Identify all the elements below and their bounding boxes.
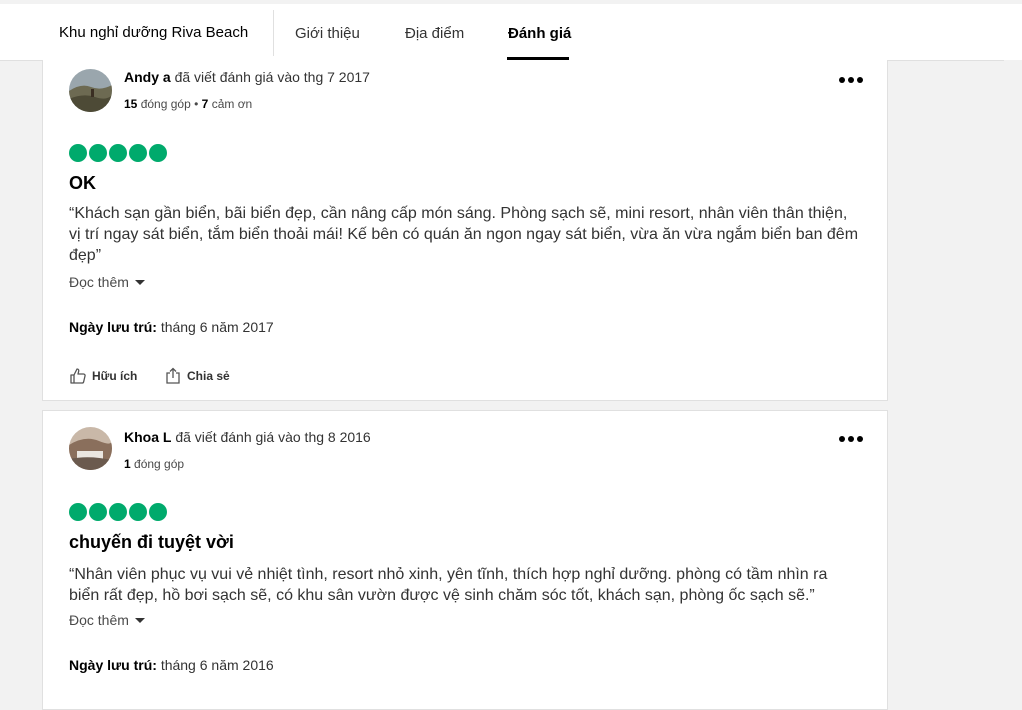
- stay-value: tháng 6 năm 2017: [160, 319, 274, 335]
- review-title[interactable]: chuyến đi tuyệt vời: [69, 532, 234, 553]
- caret-down-icon: [134, 617, 145, 623]
- caret-down-icon: [134, 279, 145, 285]
- review-date: đã viết đánh giá vào thg 8 2016: [175, 429, 371, 445]
- reviewer-info: Andy a đã viết đánh giá vào thg 7 2017: [124, 69, 370, 85]
- reviewer-stats: 15 đóng góp • 7 cảm ơn: [124, 97, 252, 111]
- contribution-count: 15: [124, 97, 138, 111]
- review-title[interactable]: OK: [69, 173, 96, 194]
- rating-bubbles: [69, 503, 167, 521]
- share-label: Chia sẻ: [187, 369, 230, 383]
- share-icon: [166, 367, 180, 384]
- contribution-label: đóng góp: [134, 457, 185, 471]
- rating-bubble: [109, 144, 127, 162]
- reviewer-avatar[interactable]: [69, 69, 112, 112]
- more-options-icon[interactable]: [839, 72, 863, 88]
- tab-location[interactable]: Địa điểm: [405, 25, 464, 42]
- stats-separator: •: [194, 97, 199, 111]
- share-button[interactable]: Chia sẻ: [164, 367, 230, 385]
- more-options-icon[interactable]: [839, 431, 863, 447]
- reviewer-name[interactable]: Khoa L: [124, 429, 171, 445]
- helpful-label: Hữu ích: [92, 369, 138, 383]
- reviewer-avatar[interactable]: [69, 427, 112, 470]
- review-card: Andy a đã viết đánh giá vào thg 7 2017 1…: [42, 60, 888, 401]
- hotel-name[interactable]: Khu nghỉ dưỡng Riva Beach: [59, 24, 248, 41]
- read-more-label: Đọc thêm: [69, 612, 129, 628]
- tab-reviews[interactable]: Đánh giá: [508, 25, 571, 42]
- rating-bubble: [69, 503, 87, 521]
- thanks-label: cảm ơn: [211, 97, 253, 111]
- reviewer-name[interactable]: Andy a: [124, 69, 171, 85]
- thanks-count: 7: [201, 97, 209, 111]
- rating-bubble: [129, 503, 147, 521]
- rating-bubble: [89, 144, 107, 162]
- review-card: Khoa L đã viết đánh giá vào thg 8 2016 1…: [42, 410, 888, 710]
- rating-bubbles: [69, 144, 167, 162]
- thumbs-up-icon: [70, 368, 86, 384]
- helpful-button[interactable]: Hữu ích: [69, 367, 137, 385]
- review-date: đã viết đánh giá vào thg 7 2017: [174, 69, 370, 85]
- reviewer-stats: 1 đóng góp: [124, 457, 184, 471]
- stay-label: Ngày lưu trú:: [69, 657, 157, 673]
- date-of-stay: Ngày lưu trú: tháng 6 năm 2017: [69, 319, 274, 335]
- rating-bubble: [89, 503, 107, 521]
- review-text: “Khách sạn gần biển, bãi biển đẹp, cần n…: [69, 205, 859, 264]
- reviewer-info: Khoa L đã viết đánh giá vào thg 8 2016: [124, 429, 371, 445]
- contribution-count: 1: [124, 457, 131, 471]
- contribution-label: đóng góp: [140, 97, 191, 111]
- rating-bubble: [129, 144, 147, 162]
- nav-divider: [273, 10, 274, 56]
- rating-bubble: [109, 503, 127, 521]
- top-nav-bar: Khu nghỉ dưỡng Riva Beach Giới thiệu Địa…: [0, 4, 1022, 61]
- read-more-button[interactable]: Đọc thêm: [69, 612, 145, 628]
- read-more-button[interactable]: Đọc thêm: [69, 274, 145, 290]
- review-text: “Nhân viên phục vụ vui vẻ nhiệt tình, re…: [69, 566, 828, 604]
- page-gutter: [1004, 60, 1022, 698]
- rating-bubble: [69, 144, 87, 162]
- stay-label: Ngày lưu trú:: [69, 319, 157, 335]
- rating-bubble: [149, 144, 167, 162]
- read-more-label: Đọc thêm: [69, 274, 129, 290]
- date-of-stay: Ngày lưu trú: tháng 6 năm 2016: [69, 657, 274, 673]
- rating-bubble: [149, 503, 167, 521]
- tab-overview[interactable]: Giới thiệu: [295, 25, 360, 42]
- stay-value: tháng 6 năm 2016: [160, 657, 274, 673]
